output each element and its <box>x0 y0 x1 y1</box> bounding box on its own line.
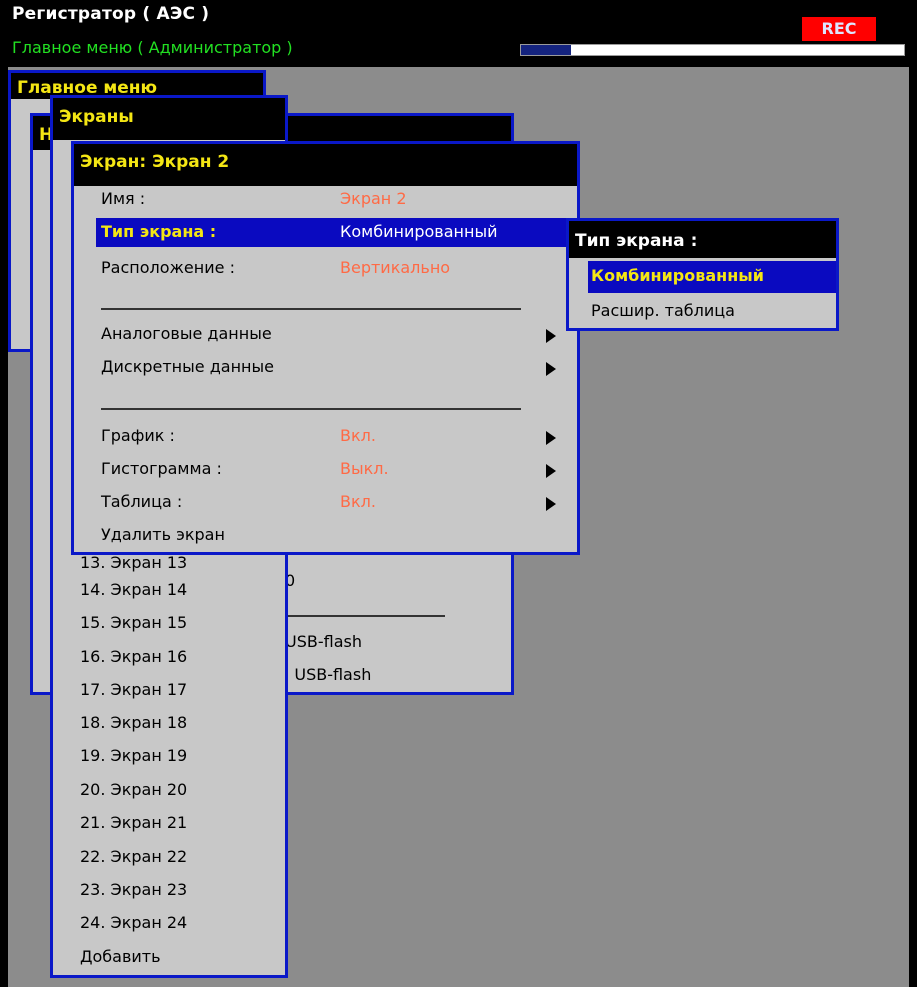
screen-type-dropdown: Тип экрана : Комбинированный Расшир. таб… <box>566 218 839 331</box>
screen-list-item[interactable]: 15. Экран 15 <box>80 613 187 632</box>
submenu-arrow-icon <box>546 464 556 478</box>
screen-list-item[interactable]: 17. Экран 17 <box>80 680 187 699</box>
screen-frame-left <box>0 0 8 987</box>
screen-list-item[interactable]: 14. Экран 14 <box>80 580 187 599</box>
layout-value: Вертикально <box>340 258 451 277</box>
add-screen-item[interactable]: Добавить <box>80 947 161 966</box>
graph-value: Вкл. <box>340 426 376 445</box>
table-label[interactable]: Таблица : <box>101 492 182 511</box>
graph-label[interactable]: График : <box>101 426 175 445</box>
screen-type-option-extended-table[interactable]: Расшир. таблица <box>591 301 735 320</box>
histogram-value: Выкл. <box>340 459 389 478</box>
table-value: Вкл. <box>340 492 376 511</box>
submenu-arrow-icon <box>546 431 556 445</box>
discrete-data-item[interactable]: Дискретные данные <box>101 357 274 376</box>
screen-list-item[interactable]: 20. Экран 20 <box>80 780 187 799</box>
screen-type-option-combined[interactable]: Комбинированный <box>591 266 764 285</box>
header-bar: Регистратор ( АЭС ) Главное меню ( Админ… <box>0 0 917 67</box>
screen-list-item[interactable]: 22. Экран 22 <box>80 847 187 866</box>
submenu-arrow-icon <box>546 329 556 343</box>
name-label[interactable]: Имя : <box>101 189 145 208</box>
delete-screen-item[interactable]: Удалить экран <box>101 525 225 544</box>
breadcrumb: Главное меню ( Администратор ) <box>12 38 293 57</box>
screen-list-item[interactable]: 19. Экран 19 <box>80 746 187 765</box>
screen-type-value: Комбинированный <box>340 222 498 241</box>
submenu-arrow-icon <box>546 362 556 376</box>
progress-bar <box>520 44 905 56</box>
layout-label[interactable]: Расположение : <box>101 258 235 277</box>
screen-properties-panel: Экран: Экран 2 Имя : Экран 2 Тип экрана … <box>71 141 580 555</box>
screens-menu-title[interactable]: Экраны <box>53 98 285 140</box>
separator <box>101 408 521 410</box>
screen-list-item[interactable]: 16. Экран 16 <box>80 647 187 666</box>
separator <box>287 615 445 617</box>
submenu-arrow-icon <box>546 497 556 511</box>
screen-list-item[interactable]: 18. Экран 18 <box>80 713 187 732</box>
screen-properties-title[interactable]: Экран: Экран 2 <box>74 144 577 186</box>
progress-fill <box>521 45 571 55</box>
name-value: Экран 2 <box>340 189 407 208</box>
separator <box>101 308 521 310</box>
screen-frame-right <box>909 0 917 987</box>
screen-list-item[interactable]: 21. Экран 21 <box>80 813 187 832</box>
rec-indicator: REC <box>802 17 876 41</box>
screen-list-item[interactable]: 24. Экран 24 <box>80 913 187 932</box>
screen-type-dropdown-title: Тип экрана : <box>569 221 836 258</box>
app-title: Регистратор ( АЭС ) <box>12 4 210 24</box>
screen-list-item[interactable]: 23. Экран 23 <box>80 880 187 899</box>
screen-list-item[interactable]: 13. Экран 13 <box>80 553 187 572</box>
analog-data-item[interactable]: Аналоговые данные <box>101 324 272 343</box>
settings-item-save-usb[interactable]: USB-flash <box>285 632 362 651</box>
histogram-label[interactable]: Гистограмма : <box>101 459 222 478</box>
screen-type-label[interactable]: Тип экрана : <box>101 222 216 241</box>
